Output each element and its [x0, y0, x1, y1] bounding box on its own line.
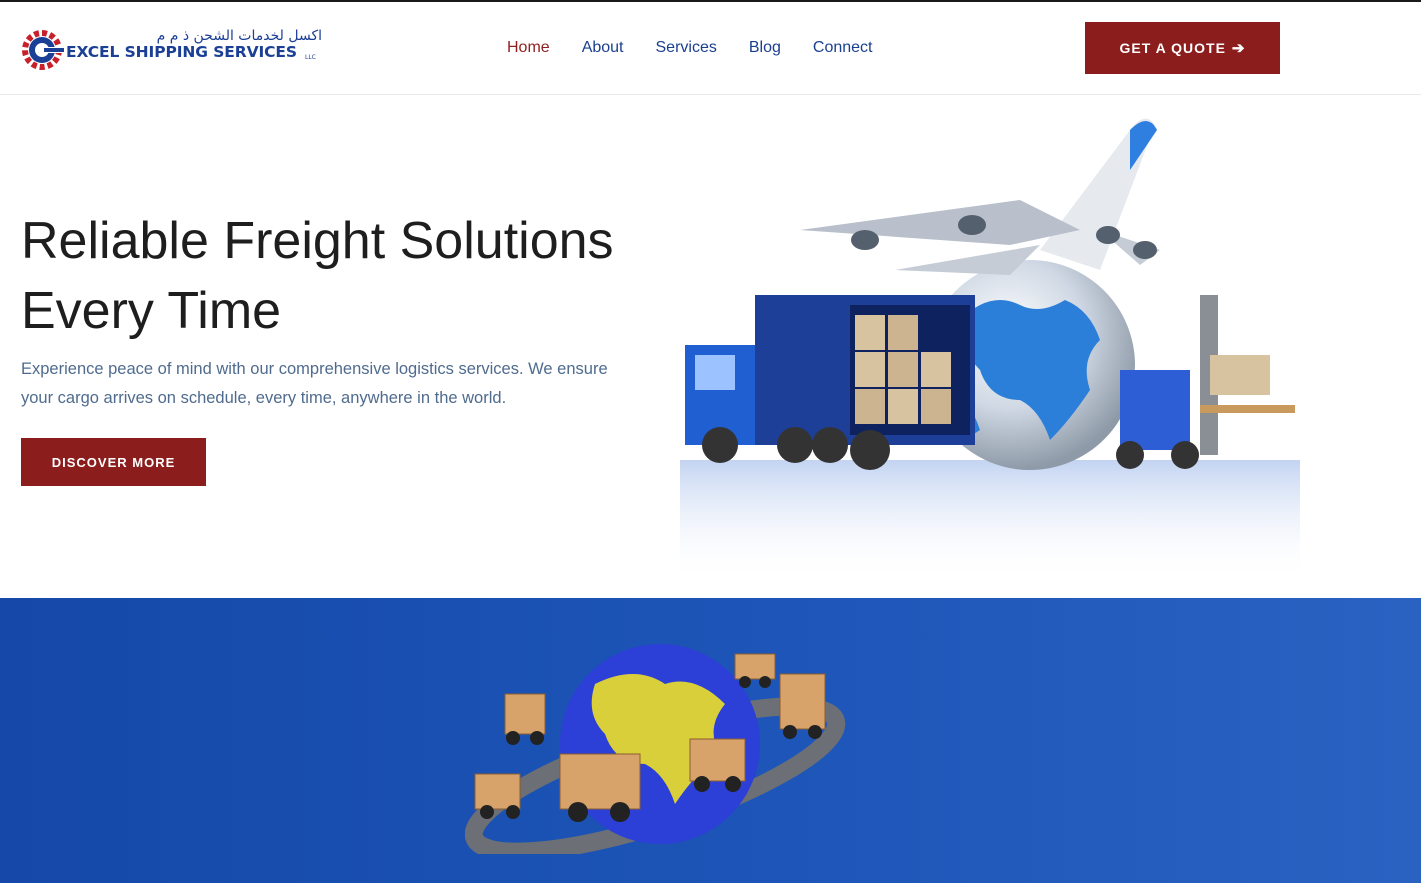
site-header: اكسل لخدمات الشحن ذ م م EXCEL SHIPPING S… — [0, 2, 1421, 95]
site-logo[interactable]: اكسل لخدمات الشحن ذ م م EXCEL SHIPPING S… — [22, 28, 322, 72]
freight-illustration — [680, 118, 1300, 582]
nav-home[interactable]: Home — [507, 38, 550, 58]
hero-description: Experience peace of mind with our compre… — [21, 360, 608, 407]
hero-title-line2: Every Time — [21, 282, 282, 340]
nav-blog[interactable]: Blog — [749, 38, 781, 58]
gear-logo-icon — [22, 30, 64, 70]
nav-about[interactable]: About — [582, 38, 624, 58]
get-a-quote-label: GET A QUOTE — [1119, 40, 1226, 56]
get-a-quote-button[interactable]: GET A QUOTE ➔ — [1085, 22, 1280, 74]
hero-title-line1: Reliable Freight Solutions — [21, 212, 614, 270]
logo-llc-text: LLC — [305, 54, 316, 61]
hero-title: Reliable Freight Solutions Every Time — [21, 206, 661, 346]
globe-delivery-illustration — [465, 644, 846, 854]
arrow-right-icon: ➔ — [1231, 40, 1246, 57]
nav-services[interactable]: Services — [656, 38, 717, 58]
discover-more-button[interactable]: DISCOVER MORE — [21, 438, 206, 486]
welcome-section: WELCOME TO — [0, 598, 1421, 883]
nav-connect[interactable]: Connect — [813, 38, 873, 58]
logo-arabic-text: اكسل لخدمات الشحن ذ م م — [156, 28, 322, 44]
main-navigation: Home About Services Blog Connect — [507, 38, 904, 58]
logo-english-text: EXCEL SHIPPING SERVICES — [66, 43, 297, 61]
welcome-heading: WELCOME TO — [305, 873, 641, 883]
